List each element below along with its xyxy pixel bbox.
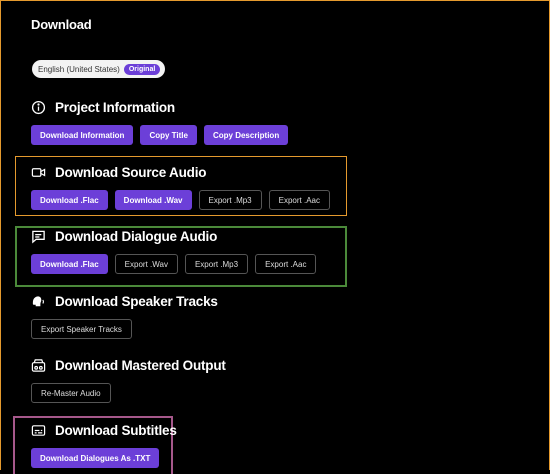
info-icon bbox=[31, 100, 46, 115]
section-project-information: Project Information Download Information… bbox=[31, 98, 289, 145]
section-label: Download Mastered Output bbox=[55, 357, 226, 373]
language-selector[interactable]: English (United States) Original bbox=[32, 60, 166, 78]
download-information-button[interactable]: Download Information bbox=[31, 125, 134, 145]
download-dialogues-txt-button[interactable]: Download Dialogues As .TXT bbox=[31, 448, 160, 468]
dialogue-download-flac-button[interactable]: Download .Flac bbox=[31, 254, 108, 274]
source-export-mp3-button[interactable]: Export .Mp3 bbox=[198, 190, 262, 210]
radio-icon bbox=[31, 358, 46, 373]
section-label: Project Information bbox=[55, 99, 175, 115]
source-download-wav-button[interactable]: Download .Wav bbox=[114, 190, 192, 210]
dialogue-export-mp3-button[interactable]: Export .Mp3 bbox=[184, 254, 249, 274]
section-label: Download Subtitles bbox=[55, 422, 177, 438]
section-speaker-tracks: Download Speaker Tracks Export Speaker T… bbox=[31, 292, 218, 339]
section-label: Download Source Audio bbox=[55, 164, 207, 180]
speaker-head-icon bbox=[31, 294, 46, 309]
section-dialogue-audio: Download Dialogue Audio Download .Flac E… bbox=[31, 227, 317, 274]
video-camera-icon bbox=[31, 165, 46, 180]
section-subtitles: Download Subtitles Download Dialogues As… bbox=[31, 421, 177, 468]
dialogue-export-wav-button[interactable]: Export .Wav bbox=[114, 254, 178, 274]
source-export-aac-button[interactable]: Export .Aac bbox=[268, 190, 330, 210]
original-badge: Original bbox=[123, 63, 161, 75]
language-label: English (United States) bbox=[38, 64, 120, 74]
export-speaker-tracks-button[interactable]: Export Speaker Tracks bbox=[31, 319, 132, 339]
source-download-flac-button[interactable]: Download .Flac bbox=[31, 190, 108, 210]
copy-description-button[interactable]: Copy Description bbox=[203, 125, 289, 145]
message-icon bbox=[31, 229, 46, 244]
section-mastered-output: Download Mastered Output Re-Master Audio bbox=[31, 356, 226, 403]
dialogue-export-aac-button[interactable]: Export .Aac bbox=[255, 254, 317, 274]
section-label: Download Speaker Tracks bbox=[55, 293, 218, 309]
subtitles-icon bbox=[31, 423, 46, 438]
section-label: Download Dialogue Audio bbox=[55, 228, 218, 244]
copy-title-button[interactable]: Copy Title bbox=[140, 125, 197, 145]
panel-title: Download bbox=[31, 17, 92, 32]
re-master-audio-button[interactable]: Re-Master Audio bbox=[31, 383, 111, 403]
section-source-audio: Download Source Audio Download .Flac Dow… bbox=[31, 163, 330, 210]
